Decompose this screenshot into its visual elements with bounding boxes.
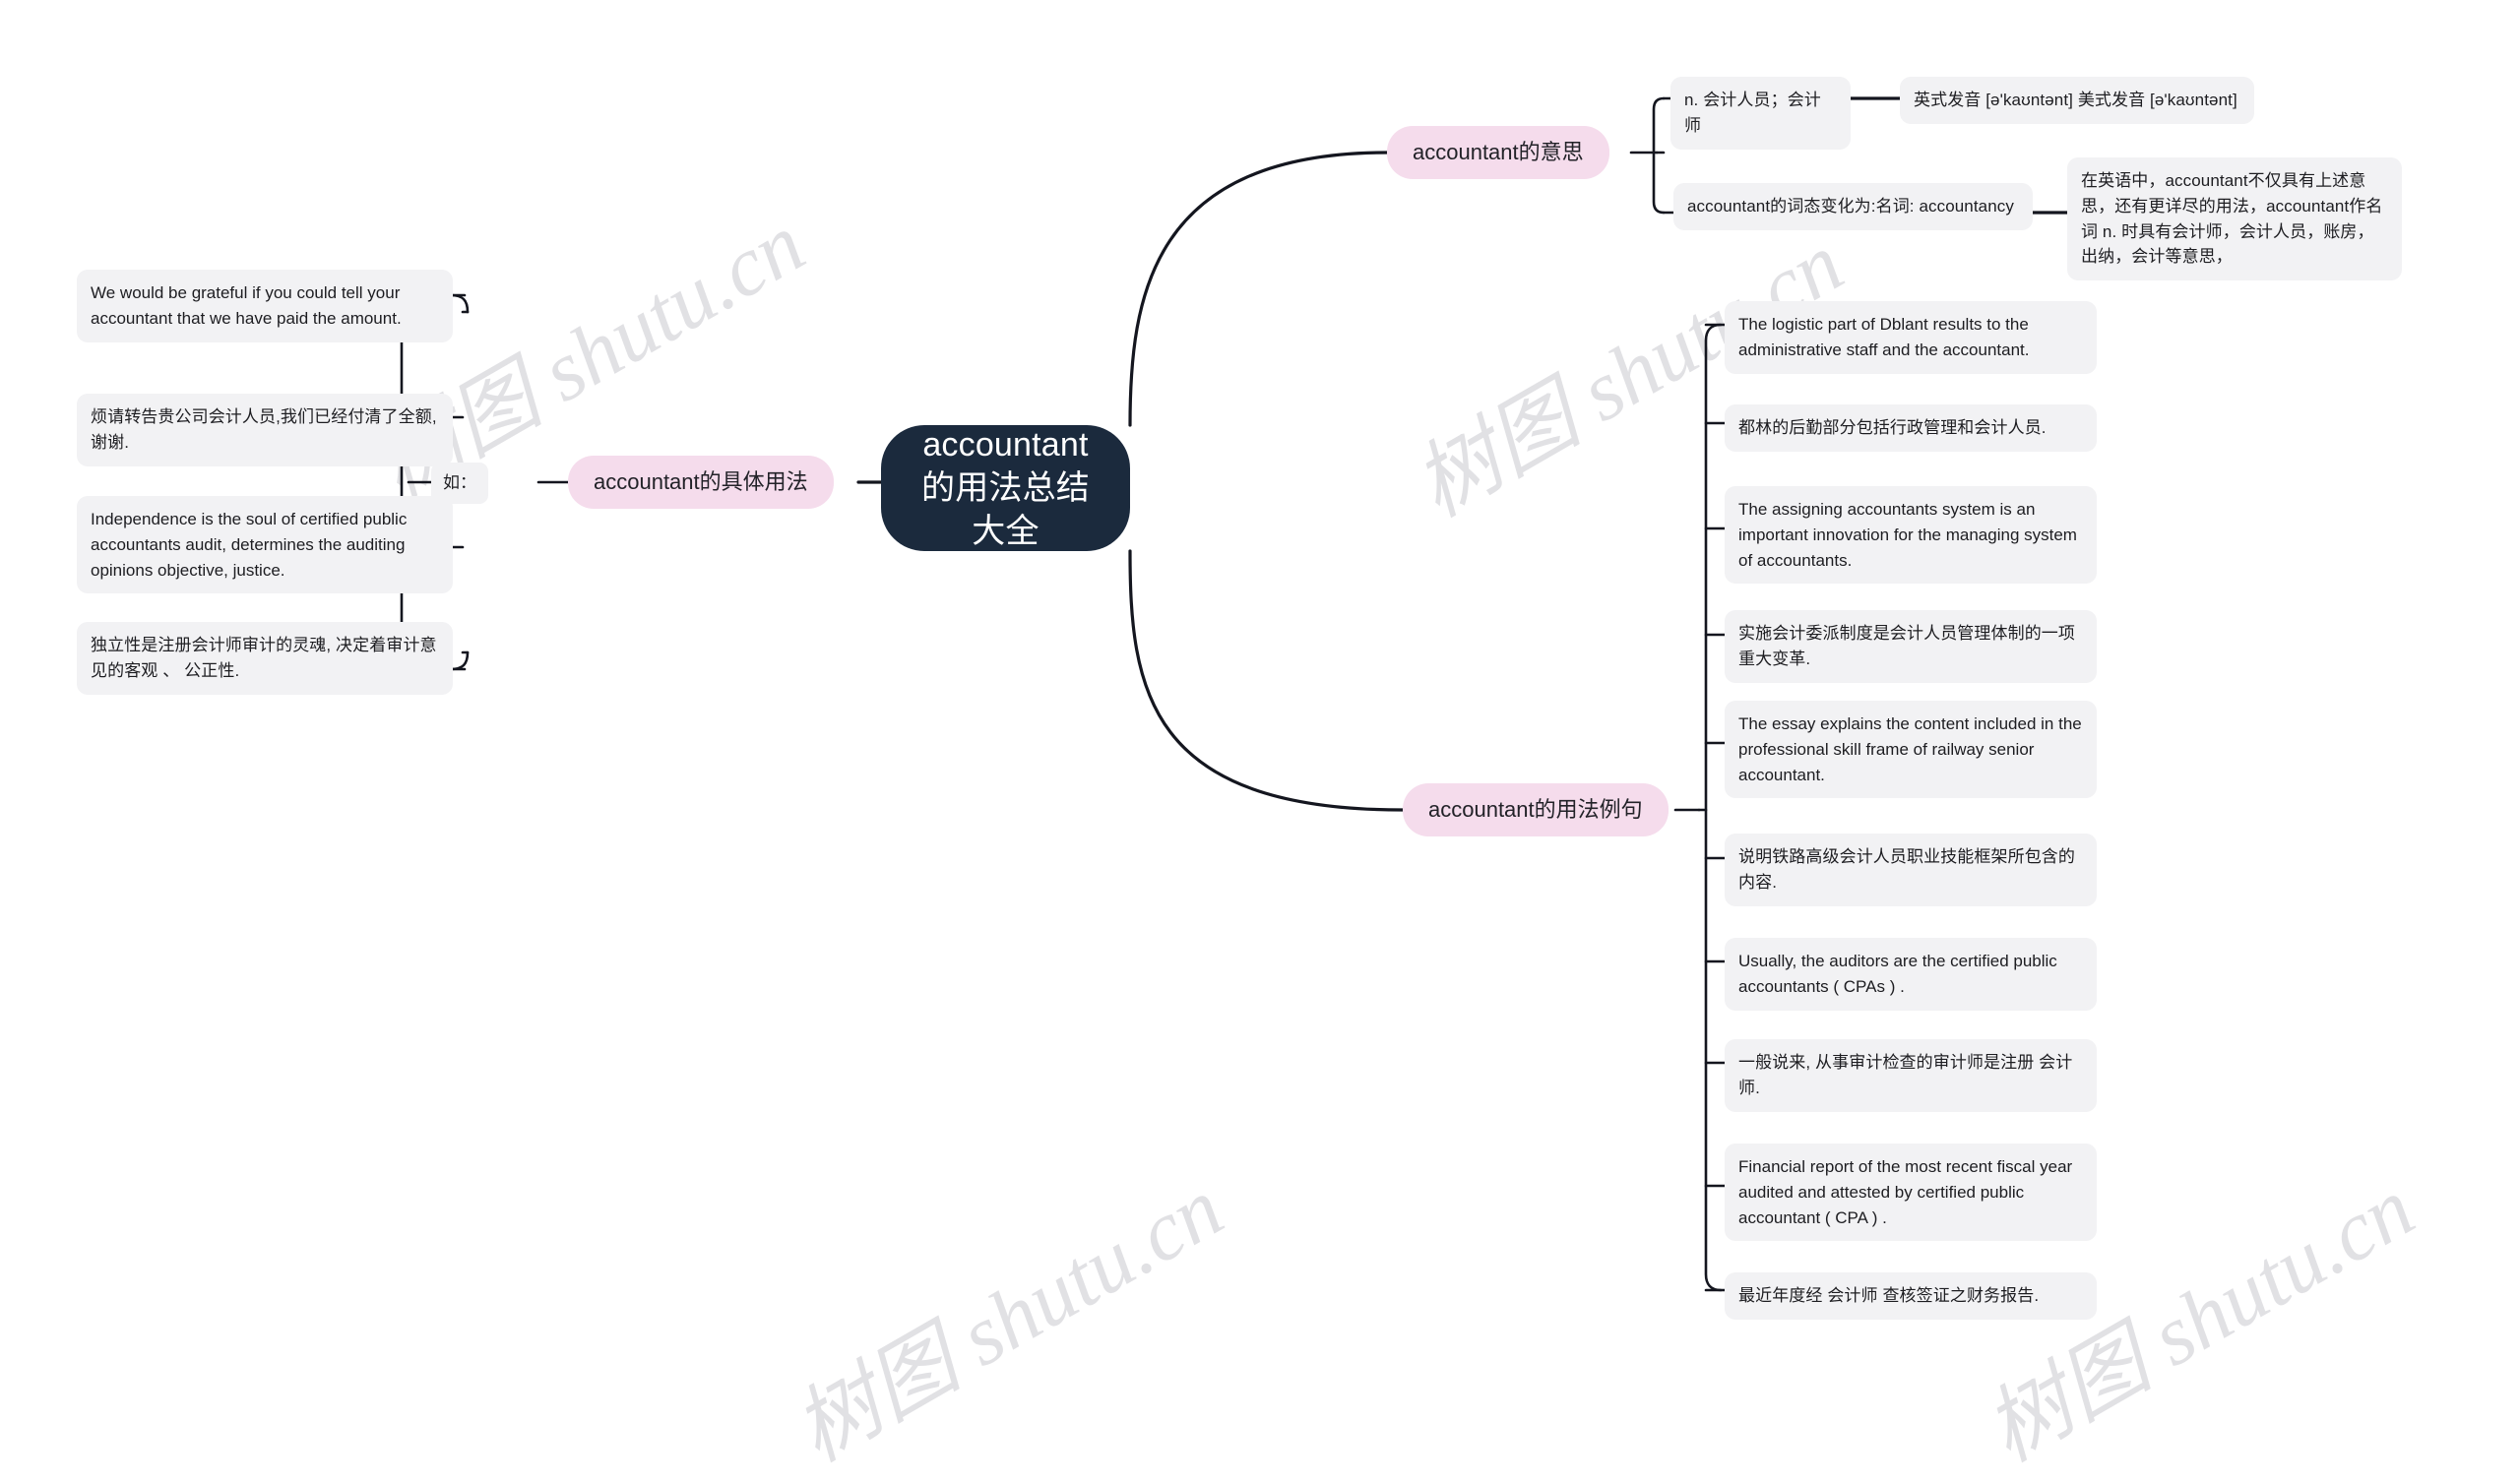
- meaning-item-1-label[interactable]: accountant的词态变化为:名词: accountancy: [1673, 183, 2033, 230]
- meaning-item-0-detail[interactable]: 英式发音 [ə'kaʊntənt] 美式发音 [ə'kaʊntənt]: [1900, 77, 2254, 124]
- example-item-1[interactable]: 都林的后勤部分包括行政管理和会计人员.: [1725, 404, 2097, 452]
- example-item-3[interactable]: 实施会计委派制度是会计人员管理体制的一项重大变革.: [1725, 610, 2097, 683]
- usage-item-2[interactable]: Independence is the soul of certified pu…: [77, 496, 453, 594]
- example-item-9[interactable]: 最近年度经 会计师 查核签证之财务报告.: [1725, 1272, 2097, 1320]
- example-item-0[interactable]: The logistic part of Dblant results to t…: [1725, 301, 2097, 374]
- usage-item-1[interactable]: 烦请转告贵公司会计人员,我们已经付清了全额,谢谢.: [77, 394, 453, 466]
- example-item-8[interactable]: Financial report of the most recent fisc…: [1725, 1144, 2097, 1242]
- example-item-6[interactable]: Usually, the auditors are the certified …: [1725, 938, 2097, 1011]
- branch-node-meaning[interactable]: accountant的意思: [1387, 126, 1609, 179]
- usage-item-3[interactable]: 独立性是注册会计师审计的灵魂, 决定着审计意见的客观 、 公正性.: [77, 622, 453, 695]
- meaning-item-1-detail[interactable]: 在英语中，accountant不仅具有上述意思，还有更详尽的用法，account…: [2067, 157, 2402, 281]
- branch-node-examples[interactable]: accountant的用法例句: [1403, 783, 1669, 836]
- root-node[interactable]: accountant的用法总结大全: [881, 425, 1130, 551]
- meaning-item-0-label[interactable]: n. 会计人员；会计师: [1670, 77, 1851, 150]
- mindmap-canvas: 树图 shutu.cn 树图 shutu.cn 树图 shutu.cn 树图 s…: [0, 0, 2520, 1479]
- usage-item-0[interactable]: We would be grateful if you could tell y…: [77, 270, 453, 342]
- example-item-7[interactable]: 一般说来, 从事审计检查的审计师是注册 会计师.: [1725, 1039, 2097, 1112]
- branch-node-usage[interactable]: accountant的具体用法: [568, 456, 834, 509]
- example-item-2[interactable]: The assigning accountants system is an i…: [1725, 486, 2097, 585]
- example-item-4[interactable]: The essay explains the content included …: [1725, 701, 2097, 799]
- example-item-5[interactable]: 说明铁路高级会计人员职业技能框架所包含的内容.: [1725, 834, 2097, 906]
